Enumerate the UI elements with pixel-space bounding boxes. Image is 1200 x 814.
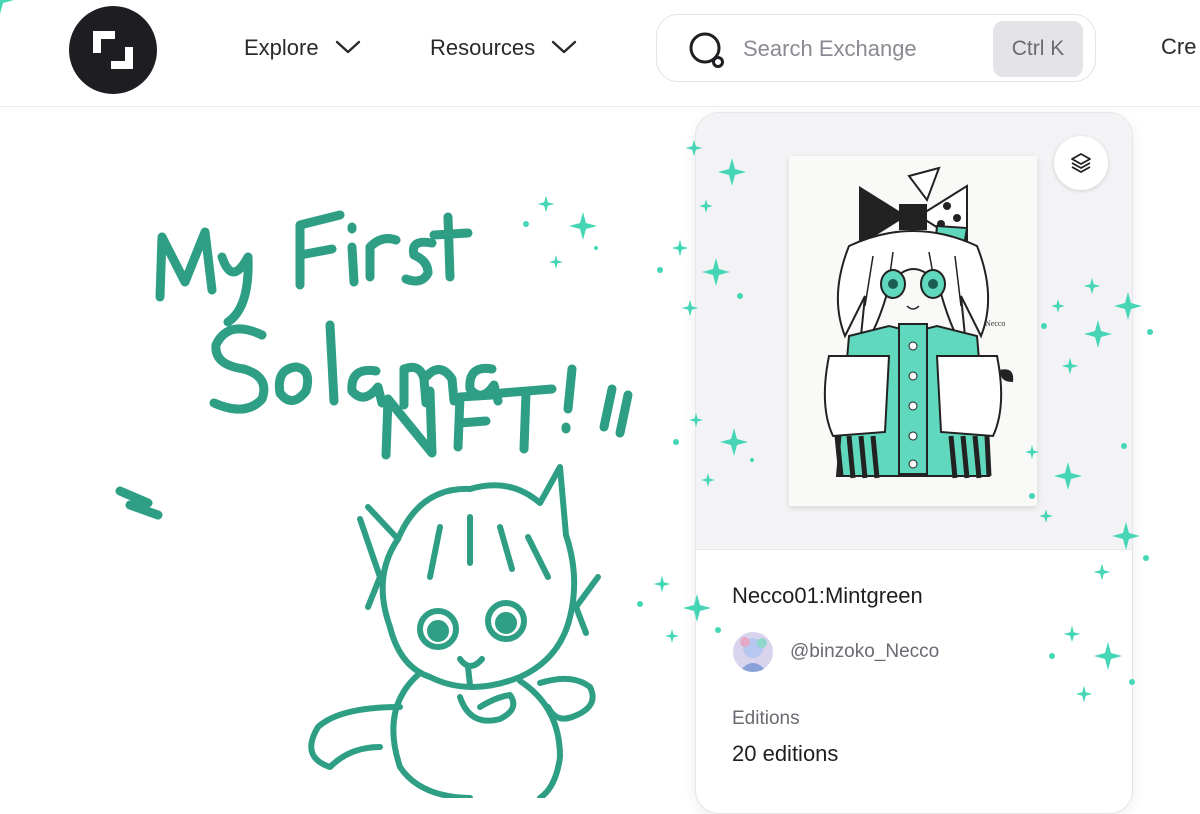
nav-explore-label: Explore xyxy=(244,35,319,60)
nav-explore[interactable]: Explore xyxy=(244,30,361,66)
nft-media[interactable]: Necco xyxy=(696,113,1132,550)
edition-stack-button[interactable] xyxy=(1054,136,1108,190)
nav-resources[interactable]: Resources xyxy=(430,30,577,66)
artwork-illustration: Necco xyxy=(789,156,1037,506)
chevron-down-icon xyxy=(335,35,361,61)
editions-label: Editions xyxy=(732,708,800,729)
editions-value: 20 editions xyxy=(732,741,839,766)
search-box[interactable]: Ctrl K xyxy=(656,14,1096,82)
logo-mark-icon xyxy=(93,31,133,69)
svg-text:Necco: Necco xyxy=(985,319,1005,328)
drawing-cat-character xyxy=(308,464,601,798)
nav-resources-label: Resources xyxy=(430,35,536,60)
nft-card[interactable]: Necco Necco01:Mintgreen @binzoko_Necco E… xyxy=(695,112,1133,814)
search-input[interactable] xyxy=(743,33,923,65)
drawing-text-my-first xyxy=(155,210,473,327)
exchange-logo[interactable] xyxy=(69,6,157,94)
creator-handle[interactable]: @binzoko_Necco xyxy=(790,641,939,663)
top-header: Explore Resources Ctrl K Cre xyxy=(0,0,1200,107)
chevron-down-icon xyxy=(551,35,577,61)
creator-avatar[interactable] xyxy=(733,632,773,672)
nft-title[interactable]: Necco01:Mintgreen xyxy=(732,583,923,609)
search-shortcut-badge: Ctrl K xyxy=(993,21,1083,77)
drawing-text-solama xyxy=(209,320,503,414)
handwritten-drawing xyxy=(115,210,633,798)
layers-icon xyxy=(1071,153,1091,173)
nft-artwork-image[interactable]: Necco xyxy=(789,156,1037,506)
create-button[interactable]: Cre xyxy=(1161,34,1196,60)
search-icon xyxy=(687,31,727,76)
